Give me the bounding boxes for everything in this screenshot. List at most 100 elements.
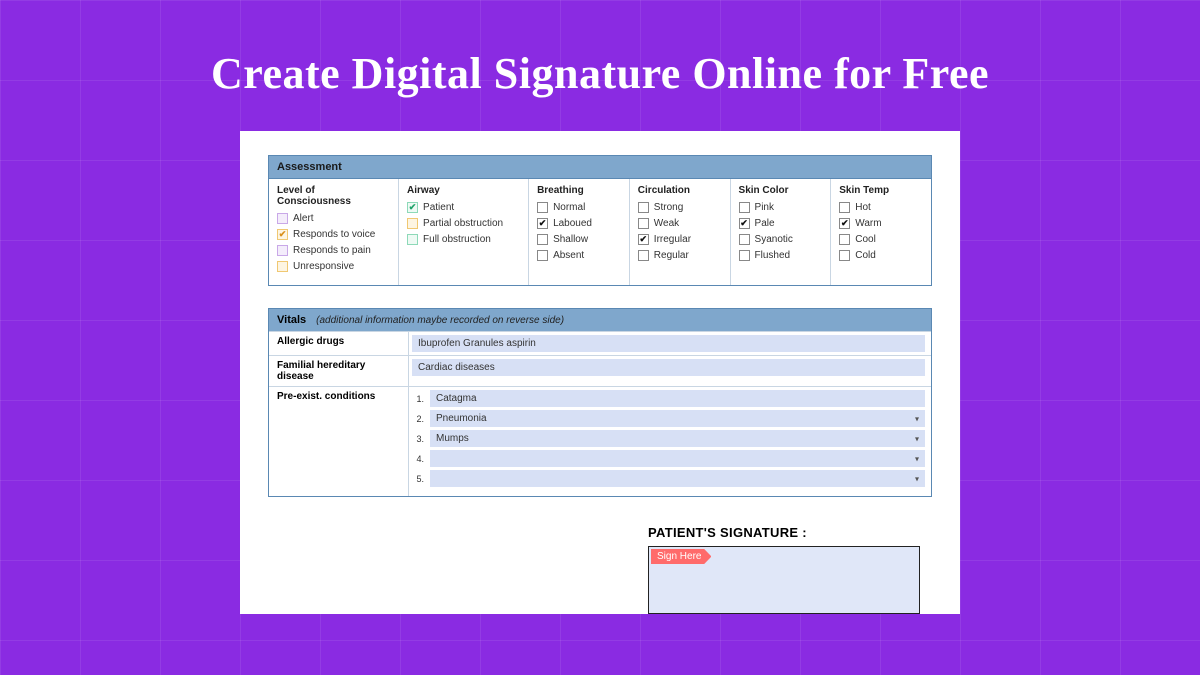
- checkbox[interactable]: [739, 202, 750, 213]
- check-row[interactable]: Cold: [839, 250, 923, 261]
- check-row[interactable]: Normal: [537, 202, 621, 213]
- familial-input[interactable]: Cardiac diseases: [412, 359, 925, 376]
- chevron-down-icon: ▾: [915, 434, 919, 443]
- check-label: Regular: [654, 250, 689, 261]
- check-row[interactable]: Syanotic: [739, 234, 823, 245]
- check-label: Full obstruction: [423, 234, 491, 245]
- assess-col-title: Skin Color: [739, 185, 823, 196]
- sign-here-tag: Sign Here: [651, 549, 711, 564]
- condition-item: 1. Catagma: [412, 390, 925, 407]
- document-card: Assessment Level of ConsciousnessAlertRe…: [240, 131, 960, 614]
- check-row[interactable]: Flushed: [739, 250, 823, 261]
- check-label: Warm: [855, 218, 881, 229]
- page-title: Create Digital Signature Online for Free: [0, 0, 1200, 99]
- condition-item: 2. Pneumonia▾: [412, 410, 925, 427]
- vitals-row-allergic: Allergic drugs Ibuprofen Granules aspiri…: [269, 331, 931, 355]
- checkbox[interactable]: [638, 202, 649, 213]
- signature-box[interactable]: Sign Here: [648, 546, 920, 614]
- check-row[interactable]: Shallow: [537, 234, 621, 245]
- checkbox[interactable]: [839, 218, 850, 229]
- checkbox[interactable]: [638, 250, 649, 261]
- check-label: Pink: [755, 202, 774, 213]
- condition-field[interactable]: ▾: [430, 450, 925, 467]
- condition-number: 1.: [412, 394, 424, 404]
- checkbox[interactable]: [739, 250, 750, 261]
- vitals-title: Vitals: [277, 314, 306, 326]
- checkbox[interactable]: [638, 234, 649, 245]
- check-label: Responds to pain: [293, 245, 371, 256]
- check-label: Shallow: [553, 234, 588, 245]
- familial-label: Familial hereditary disease: [269, 356, 409, 386]
- check-label: Cold: [855, 250, 876, 261]
- check-row[interactable]: Strong: [638, 202, 722, 213]
- preexist-label: Pre-exist. conditions: [269, 387, 409, 496]
- checkbox[interactable]: [407, 234, 418, 245]
- checkbox[interactable]: [407, 202, 418, 213]
- checkbox[interactable]: [537, 250, 548, 261]
- checkbox[interactable]: [839, 202, 850, 213]
- checkbox[interactable]: [277, 213, 288, 224]
- check-label: Hot: [855, 202, 871, 213]
- check-row[interactable]: Cool: [839, 234, 923, 245]
- check-label: Partial obstruction: [423, 218, 503, 229]
- check-row[interactable]: Responds to pain: [277, 245, 390, 256]
- check-row[interactable]: Warm: [839, 218, 923, 229]
- condition-field[interactable]: Catagma: [430, 390, 925, 407]
- check-row[interactable]: Irregular: [638, 234, 722, 245]
- check-row[interactable]: Laboued: [537, 218, 621, 229]
- assess-col-title: Airway: [407, 185, 520, 196]
- check-row[interactable]: Hot: [839, 202, 923, 213]
- assess-col: Airway Patient Partial obstruction Full obs…: [399, 179, 529, 285]
- vitals-note: (additional information maybe recorded o…: [316, 315, 564, 326]
- check-label: Syanotic: [755, 234, 793, 245]
- check-row[interactable]: Alert: [277, 213, 390, 224]
- checkbox[interactable]: [839, 234, 850, 245]
- checkbox[interactable]: [537, 218, 548, 229]
- condition-number: 3.: [412, 434, 424, 444]
- condition-field[interactable]: ▾: [430, 470, 925, 487]
- chevron-down-icon: ▾: [915, 454, 919, 463]
- check-row[interactable]: Partial obstruction: [407, 218, 520, 229]
- checkbox[interactable]: [277, 245, 288, 256]
- allergic-input[interactable]: Ibuprofen Granules aspirin: [412, 335, 925, 352]
- checkbox[interactable]: [739, 218, 750, 229]
- check-row[interactable]: Unresponsive: [277, 261, 390, 272]
- checkbox[interactable]: [739, 234, 750, 245]
- condition-field[interactable]: Pneumonia▾: [430, 410, 925, 427]
- assessment-header: Assessment: [268, 155, 932, 179]
- check-row[interactable]: Patient: [407, 202, 520, 213]
- familial-value-cell: Cardiac diseases: [409, 356, 931, 386]
- check-label: Strong: [654, 202, 683, 213]
- condition-number: 2.: [412, 414, 424, 424]
- condition-item: 5. ▾: [412, 470, 925, 487]
- checkbox[interactable]: [407, 218, 418, 229]
- check-row[interactable]: Full obstruction: [407, 234, 520, 245]
- check-row[interactable]: Weak: [638, 218, 722, 229]
- checkbox[interactable]: [277, 261, 288, 272]
- check-row[interactable]: Pink: [739, 202, 823, 213]
- condition-number: 5.: [412, 474, 424, 484]
- assess-col: Circulation Strong Weak Irregular Regular: [630, 179, 731, 285]
- checkbox[interactable]: [537, 234, 548, 245]
- chevron-down-icon: ▾: [915, 414, 919, 423]
- checkbox[interactable]: [277, 229, 288, 240]
- check-row[interactable]: Absent: [537, 250, 621, 261]
- assess-col-title: Skin Temp: [839, 185, 923, 196]
- checkbox[interactable]: [839, 250, 850, 261]
- check-row[interactable]: Responds to voice: [277, 229, 390, 240]
- condition-item: 4. ▾: [412, 450, 925, 467]
- condition-number: 4.: [412, 454, 424, 464]
- condition-field[interactable]: Mumps▾: [430, 430, 925, 447]
- checkbox[interactable]: [537, 202, 548, 213]
- check-row[interactable]: Regular: [638, 250, 722, 261]
- chevron-down-icon: ▾: [915, 474, 919, 483]
- check-row[interactable]: Pale: [739, 218, 823, 229]
- assess-col: BreathingNormalLabouedShallowAbsent: [529, 179, 630, 285]
- check-label: Normal: [553, 202, 585, 213]
- check-label: Laboued: [553, 218, 592, 229]
- checkbox[interactable]: [638, 218, 649, 229]
- allergic-label: Allergic drugs: [269, 332, 409, 355]
- check-label: Responds to voice: [293, 229, 375, 240]
- assess-col-title: Circulation: [638, 185, 722, 196]
- signature-block: PATIENT'S SIGNATURE : Sign Here: [648, 525, 932, 614]
